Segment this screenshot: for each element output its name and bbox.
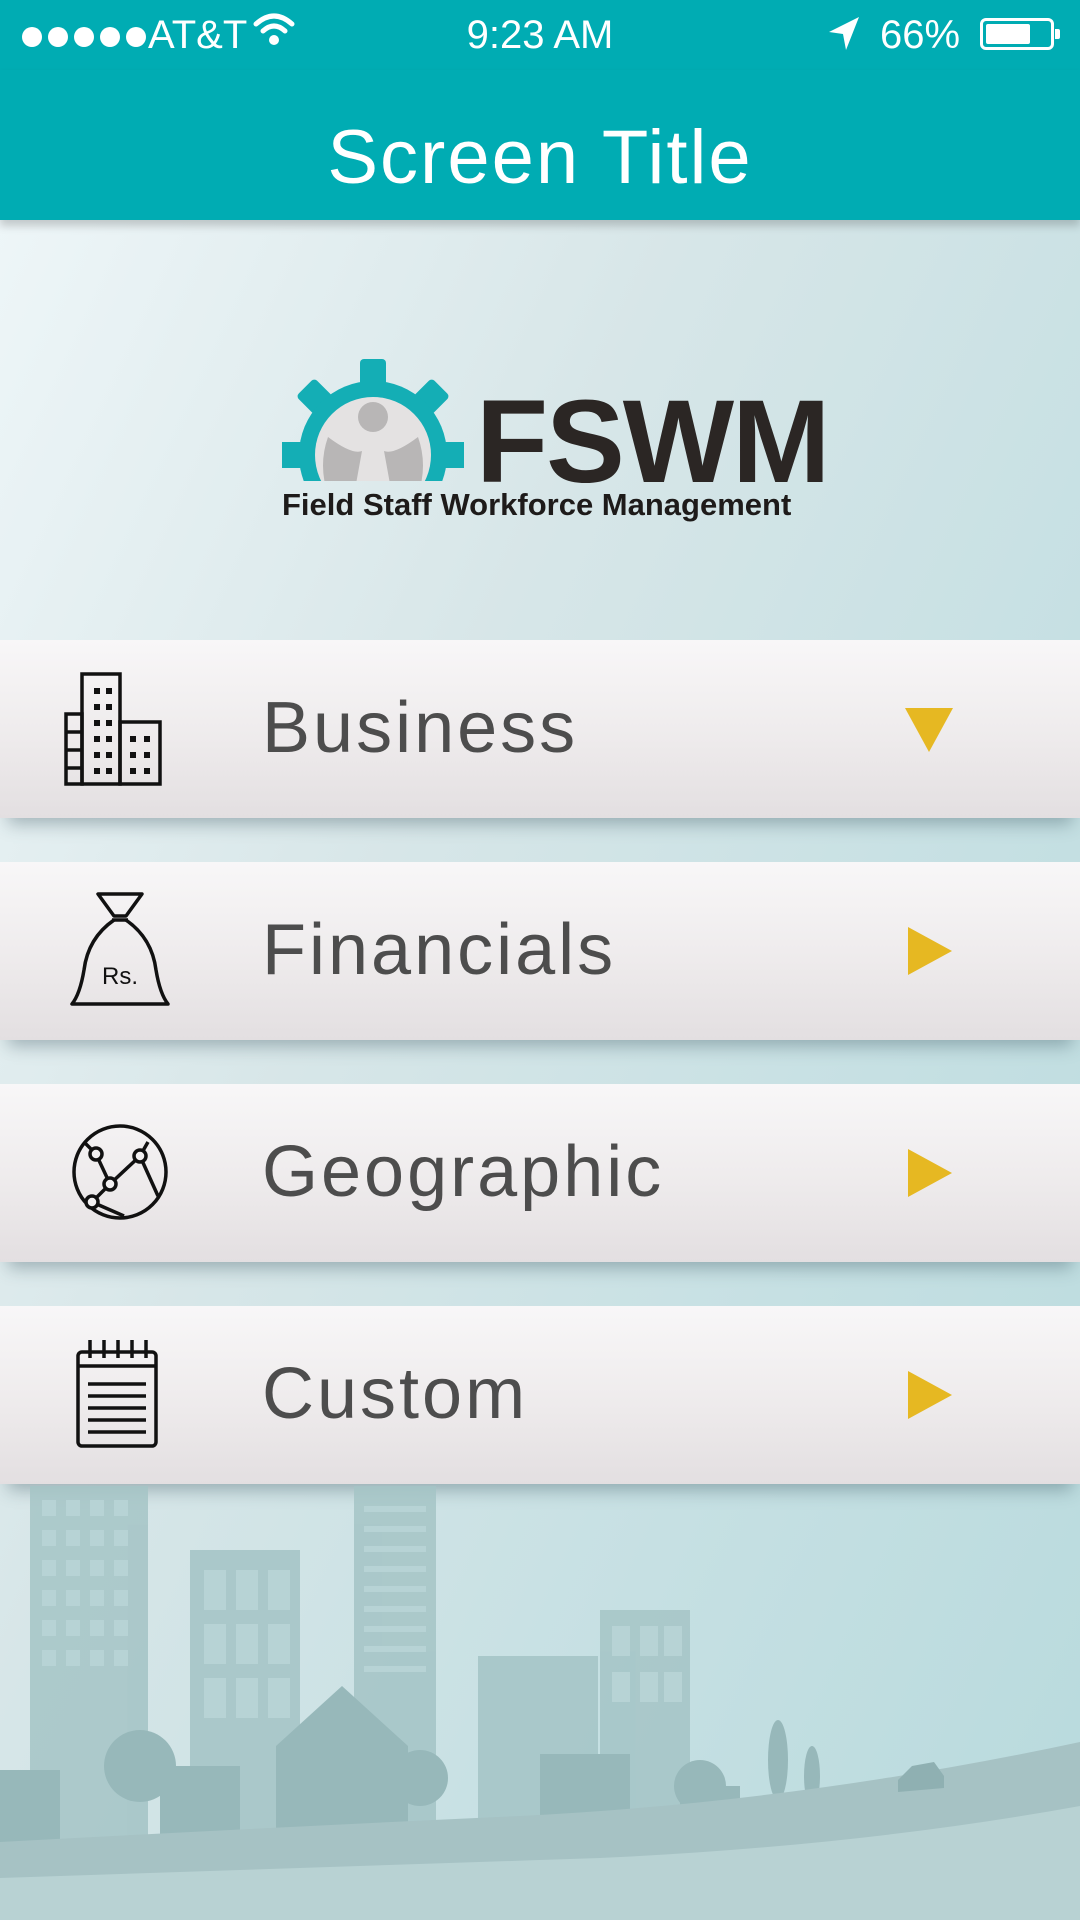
logo-tagline: Field Staff Workforce Management <box>282 487 792 522</box>
location-arrow-icon <box>826 14 862 68</box>
svg-text:Rs.: Rs. <box>102 963 138 990</box>
building-icon <box>64 672 162 786</box>
status-bar: AT&T 9:23 AM 66% <box>0 0 1080 70</box>
chevron-right-icon <box>908 927 952 975</box>
gear-logo-icon <box>282 359 464 481</box>
menu-row-financials[interactable]: Rs. Financials <box>0 862 1080 1040</box>
menu-row-geographic[interactable]: Geographic <box>0 1084 1080 1262</box>
menu-label-business: Business <box>262 688 579 768</box>
screen-title: Screen Title <box>327 115 753 200</box>
chevron-down-icon <box>905 708 953 752</box>
battery-percent: 66% <box>880 13 961 57</box>
chevron-right-icon <box>908 1371 952 1419</box>
menu-row-business[interactable]: Business <box>0 640 1080 818</box>
city-skyline-illustration <box>0 1486 1080 1920</box>
nav-bar: Screen Title <box>0 70 1080 220</box>
chevron-right-icon <box>908 1149 952 1197</box>
logo-wordmark: FSWM <box>476 376 830 508</box>
battery-icon <box>980 18 1060 50</box>
money-bag-icon: Rs. <box>70 892 170 1006</box>
menu-label-financials: Financials <box>262 910 617 990</box>
notepad-icon <box>76 1340 158 1448</box>
globe-network-icon <box>72 1124 168 1220</box>
menu-row-custom[interactable]: Custom <box>0 1306 1080 1484</box>
menu-label-custom: Custom <box>262 1354 529 1434</box>
app-logo: FSWM Field Staff Workforce Management <box>282 355 830 535</box>
menu-label-geographic: Geographic <box>262 1132 665 1212</box>
